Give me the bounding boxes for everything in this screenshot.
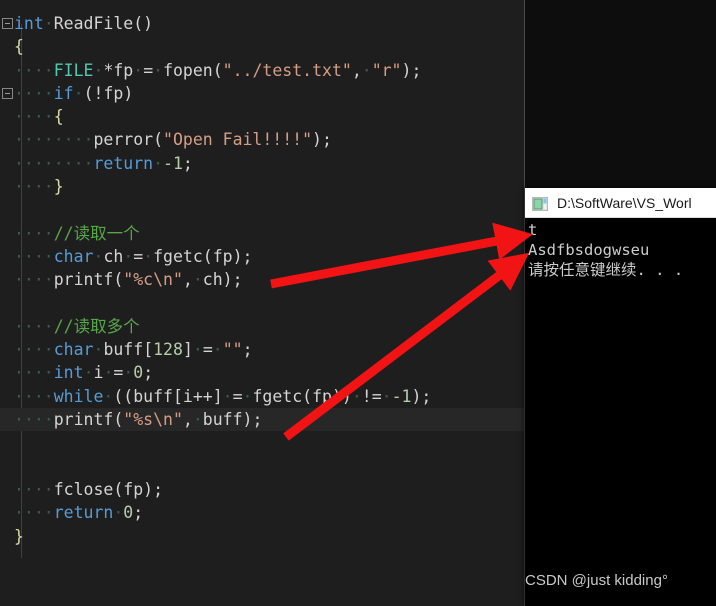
code-line[interactable]: int·ReadFile() (0, 12, 525, 35)
console-output-area[interactable]: t Asdfbsdogwseu 请按任意键继续. . . (525, 218, 716, 606)
code-line[interactable]: ····char·buff[128]·=·""; (0, 338, 525, 361)
code-line[interactable]: ····char·ch·=·fgetc(fp); (0, 245, 525, 268)
code-line[interactable]: } (0, 525, 525, 548)
code-line[interactable] (0, 431, 525, 454)
code-line-text: ····char·buff[128]·=·""; (14, 340, 253, 360)
code-line-text: { (14, 37, 24, 57)
code-line-text: ····return·0; (14, 503, 144, 523)
console-output-line: 请按任意键继续. . . (528, 261, 684, 279)
console-window[interactable]: D:\SoftWare\VS_Worl t Asdfbsdogwseu 请按任意键继… (525, 188, 716, 606)
code-line-text: ····FILE·*fp·=·fopen("../test.txt",·"r")… (14, 60, 422, 80)
code-line[interactable]: ········return·-1; (0, 152, 525, 175)
code-line-text: ········return·-1; (14, 153, 193, 173)
code-line[interactable]: ····printf("%c\n",·ch); (0, 268, 525, 291)
console-title-text: D:\SoftWare\VS_Worl (557, 194, 692, 211)
fold-toggle-icon[interactable] (2, 18, 13, 29)
code-line[interactable]: ····{ (0, 105, 525, 128)
code-line[interactable]: ····return·0; (0, 501, 525, 524)
code-line[interactable]: ····//读取一个 (0, 222, 525, 245)
code-line-text: ····char·ch·=·fgetc(fp); (14, 246, 253, 266)
code-line-text: ····} (14, 177, 64, 197)
code-lines-container[interactable]: int·ReadFile() { ····FILE·*fp·=·fopen("../… (0, 12, 525, 548)
code-line[interactable]: ····while·((buff[i++]·=·fgetc(fp))·!=·-1… (0, 385, 525, 408)
code-line[interactable]: ····} (0, 175, 525, 198)
code-line[interactable]: ····//读取多个 (0, 315, 525, 338)
code-line-text: } (14, 526, 24, 546)
code-line-text: ····int·i·=·0; (14, 363, 154, 383)
console-output-line: Asdfbsdogwseu (528, 241, 650, 259)
code-line-text: ····fclose(fp); (14, 479, 164, 499)
code-line[interactable]: ····if·(!fp) (0, 82, 525, 105)
screenshot-root: int·ReadFile() { ····FILE·*fp·=·fopen("../… (0, 0, 716, 606)
code-line[interactable]: ····printf("%s\n",·buff); (0, 408, 525, 432)
code-line[interactable]: ····int·i·=·0; (0, 361, 525, 384)
code-line-text: int·ReadFile() (14, 14, 154, 33)
code-line[interactable] (0, 455, 525, 478)
code-line-text: ····printf("%c\n",·ch); (14, 270, 243, 290)
csdn-watermark: CSDN @just kidding° (525, 572, 668, 589)
code-line[interactable]: ····fclose(fp); (0, 478, 525, 501)
code-line-text: ····printf("%s\n",·buff); (14, 410, 263, 430)
code-line-text: ····//读取一个 (14, 223, 140, 243)
fold-toggle-icon[interactable] (2, 87, 13, 99)
code-line[interactable]: ········perror("Open Fail!!!!"); (0, 128, 525, 151)
code-line-text: ····{ (14, 107, 64, 127)
code-line[interactable]: { (0, 35, 525, 58)
code-line[interactable] (0, 292, 525, 315)
code-line[interactable]: ····FILE·*fp·=·fopen("../test.txt",·"r")… (0, 59, 525, 82)
code-editor-pane[interactable]: int·ReadFile() { ····FILE·*fp·=·fopen("../… (0, 0, 525, 606)
console-window-icon (531, 196, 549, 211)
console-title-bar[interactable]: D:\SoftWare\VS_Worl (525, 188, 716, 218)
code-line-text: ····if·(!fp) (14, 83, 134, 103)
code-line-text: ········perror("Open Fail!!!!"); (14, 130, 332, 150)
code-line[interactable] (0, 198, 525, 221)
code-line-text: ····//读取多个 (14, 316, 140, 336)
code-line-text: ····while·((buff[i++]·=·fgetc(fp))·!=·-1… (14, 386, 432, 406)
console-output-line: t (528, 221, 538, 239)
